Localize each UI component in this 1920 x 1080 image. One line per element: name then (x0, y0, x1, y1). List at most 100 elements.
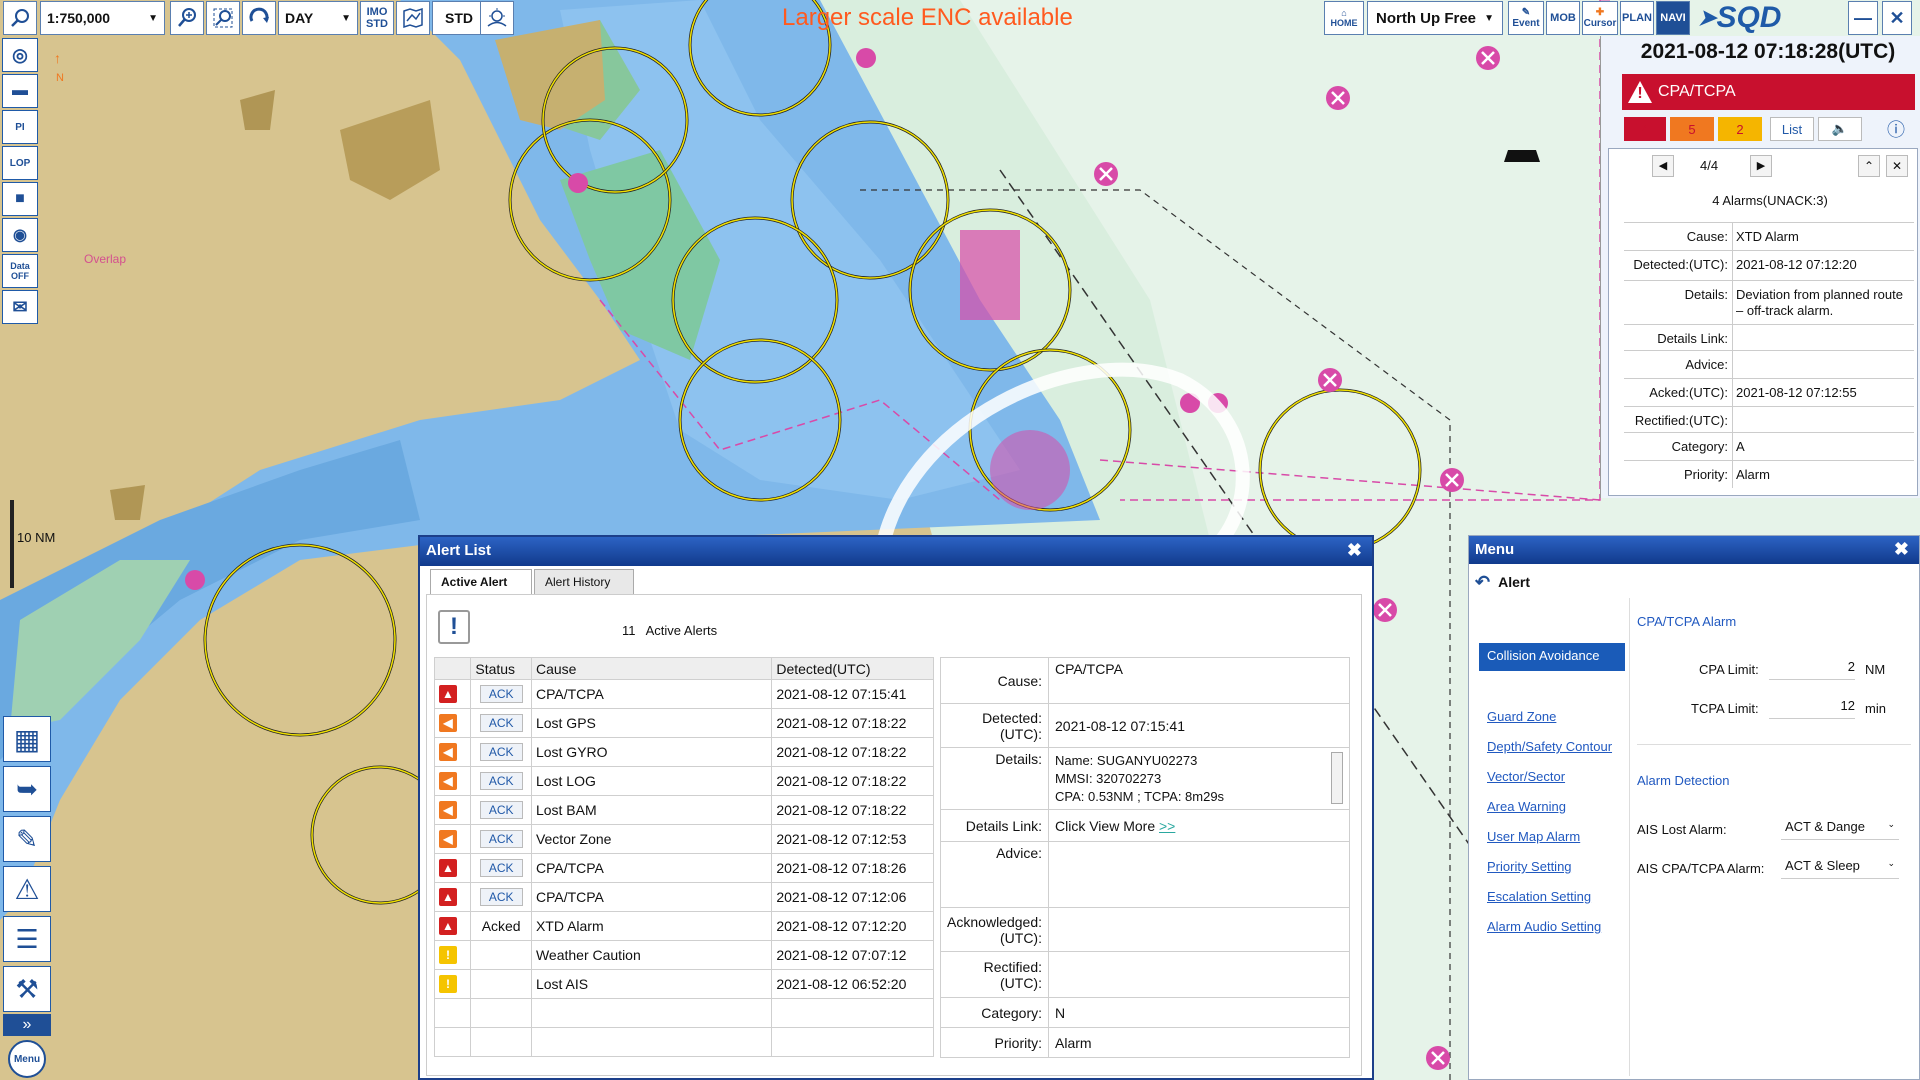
detected-cell: 2021-08-12 06:52:20 (771, 969, 934, 999)
ais-lost-select[interactable]: ACT & Dange ⌄ (1781, 814, 1899, 840)
scale-select[interactable]: 1:750,000 ▼ (40, 1, 165, 35)
weather-icon[interactable] (480, 1, 514, 35)
column-header[interactable]: Cause (530, 657, 773, 680)
map-layers-icon[interactable] (396, 1, 430, 35)
event-button[interactable]: ✎ Event (1508, 1, 1544, 35)
ack-button[interactable]: ACK (479, 888, 523, 906)
day-mode-select[interactable]: DAY ▼ (278, 1, 358, 35)
table-row[interactable]: ! Weather Caution 2021-08-12 07:07:12 (433, 940, 934, 970)
ack-button[interactable]: ACK (479, 801, 523, 819)
alarm-detail-row: Details Link: (1624, 324, 1914, 350)
maintenance-tool[interactable]: ⚒ (3, 966, 51, 1012)
tab-active-alert[interactable]: Active Alert (430, 569, 532, 594)
mute-button[interactable]: 🔈 (1818, 117, 1862, 141)
menu-item-collision-avoidance[interactable]: Collision Avoidance (1479, 643, 1625, 671)
menu-back-button[interactable]: ↶ Alert (1475, 568, 1915, 596)
cpa-limit-input[interactable]: 2 (1769, 654, 1855, 680)
lop-tool[interactable]: LOP (2, 146, 38, 180)
imo-std-button[interactable]: IMO STD (360, 1, 394, 35)
table-row[interactable]: ▲ ACK CPA/TCPA 2021-08-12 07:18:26 (433, 853, 934, 883)
menu-item-vector-sector[interactable]: Vector/Sector (1487, 769, 1565, 784)
table-row[interactable]: ◀ ACK Vector Zone 2021-08-12 07:12:53 (433, 824, 934, 854)
close-icon[interactable]: ✖ (1894, 539, 1909, 560)
menu-item-depth-safety-contour[interactable]: Depth/Safety Contour (1487, 739, 1612, 754)
column-divider (1732, 251, 1733, 280)
data-off-tool[interactable]: Data OFF (2, 254, 38, 288)
close-icon[interactable]: ✖ (1347, 540, 1362, 561)
table-row[interactable]: ! Lost AIS 2021-08-12 06:52:20 (433, 969, 934, 999)
column-header[interactable]: Detected(UTC) (771, 657, 934, 680)
ais-cpa-select[interactable]: ACT & Sleep ⌄ (1781, 853, 1899, 879)
close-app-button[interactable]: ✕ (1882, 1, 1912, 35)
alarm-count-badge[interactable]: 4 (1624, 117, 1666, 141)
table-row[interactable]: ◀ ACK Lost BAM 2021-08-12 07:18:22 (433, 795, 934, 825)
alarm-list-button[interactable]: List (1770, 117, 1814, 141)
info-button[interactable]: ⓘ (1884, 117, 1908, 141)
ack-button[interactable]: ACK (479, 830, 523, 848)
alert-list-titlebar[interactable]: Alert List ✖ (420, 537, 1372, 566)
warning-count-badge[interactable]: 5 (1670, 117, 1714, 141)
orientation-select[interactable]: North Up Free ▼ (1367, 1, 1503, 35)
section-divider (1637, 744, 1911, 745)
compass-tool[interactable]: ◎ (2, 38, 38, 72)
mob-button[interactable]: MOB (1546, 1, 1580, 35)
route-tool[interactable]: ➥ (3, 766, 51, 812)
logbook-tool[interactable]: ☰ (3, 916, 51, 962)
std-sub-label: STD (366, 18, 388, 30)
tcpa-limit-input[interactable]: 12 (1769, 693, 1855, 719)
menu-item-guard-zone[interactable]: Guard Zone (1487, 709, 1556, 724)
collapse-panel-button[interactable]: ⌃ (1858, 155, 1880, 177)
menu-item-priority-setting[interactable]: Priority Setting (1487, 859, 1572, 874)
video-tool[interactable]: ■ (2, 182, 38, 216)
alert-tool[interactable]: ⚠ (3, 866, 51, 912)
table-row[interactable]: ▲ Acked XTD Alarm 2021-08-12 07:12:20 (433, 911, 934, 941)
table-row[interactable]: ◀ ACK Lost GPS 2021-08-12 07:18:22 (433, 708, 934, 738)
plan-button[interactable]: PLAN (1620, 1, 1654, 35)
message-tool[interactable]: ✉ (2, 290, 38, 324)
prev-alarm-button[interactable]: ◀ (1652, 155, 1674, 177)
close-panel-button[interactable]: ✕ (1886, 155, 1908, 177)
camera-tool[interactable]: ◉ (2, 218, 38, 252)
alarm-detail-key: Acked:(UTC): (1649, 385, 1728, 400)
speaker-icon: 🔈 (1831, 121, 1849, 136)
menu-titlebar[interactable]: Menu ✖ (1469, 536, 1919, 564)
navi-button[interactable]: NAVI (1656, 1, 1690, 35)
search-icon[interactable] (3, 1, 37, 35)
table-row[interactable]: ▲ ACK CPA/TCPA 2021-08-12 07:15:41 (433, 679, 934, 709)
menu-item-user-map-alarm[interactable]: User Map Alarm (1487, 829, 1580, 844)
pi-tool[interactable]: PI (2, 110, 38, 144)
details-scrollbar[interactable] (1331, 752, 1343, 804)
detected-cell: 2021-08-12 07:07:12 (771, 940, 934, 970)
zoom-area-icon[interactable] (206, 1, 240, 35)
menu-item-area-warning[interactable]: Area Warning (1487, 799, 1566, 814)
minimize-button[interactable]: — (1848, 1, 1878, 35)
expand-toolbar-button[interactable]: » (3, 1014, 51, 1036)
chart-tool[interactable]: ▦ (3, 716, 51, 762)
std-display-button[interactable]: STD (432, 1, 486, 35)
detail-cause-value: CPA/TCPA (1048, 657, 1350, 704)
caution-count-badge[interactable]: 2 (1718, 117, 1762, 141)
tab-alert-history[interactable]: Alert History (534, 569, 634, 594)
menu-item-alarm-audio-setting[interactable]: Alarm Audio Setting (1487, 919, 1601, 934)
table-row[interactable]: ◀ ACK Lost LOG 2021-08-12 07:18:22 (433, 766, 934, 796)
ack-button[interactable]: ACK (479, 714, 523, 732)
cursor-button[interactable]: ✚ Cursor (1582, 1, 1618, 35)
active-alarm-bar[interactable]: ! CPA/TCPA (1622, 74, 1915, 110)
home-button[interactable]: ⌂ HOME (1324, 1, 1364, 35)
ack-button[interactable]: ACK (479, 772, 523, 790)
ruler-tool[interactable]: ▬ (2, 74, 38, 108)
column-header[interactable]: Status (470, 657, 532, 680)
refresh-icon[interactable] (242, 1, 276, 35)
table-row[interactable]: ▲ ACK CPA/TCPA 2021-08-12 07:12:06 (433, 882, 934, 912)
table-row[interactable]: ◀ ACK Lost GYRO 2021-08-12 07:18:22 (433, 737, 934, 767)
zoom-in-icon[interactable] (170, 1, 204, 35)
menu-item-escalation-setting[interactable]: Escalation Setting (1487, 889, 1591, 904)
ack-button[interactable]: ACK (479, 685, 523, 703)
next-alarm-button[interactable]: ▶ (1750, 155, 1772, 177)
ack-button[interactable]: ACK (479, 743, 523, 761)
view-more-link[interactable]: >> (1159, 818, 1175, 834)
detail-link-text: Click View More (1055, 817, 1156, 834)
ack-button[interactable]: ACK (479, 859, 523, 877)
menu-button[interactable]: Menu (8, 1040, 46, 1078)
draw-tool[interactable]: ✎ (3, 816, 51, 862)
